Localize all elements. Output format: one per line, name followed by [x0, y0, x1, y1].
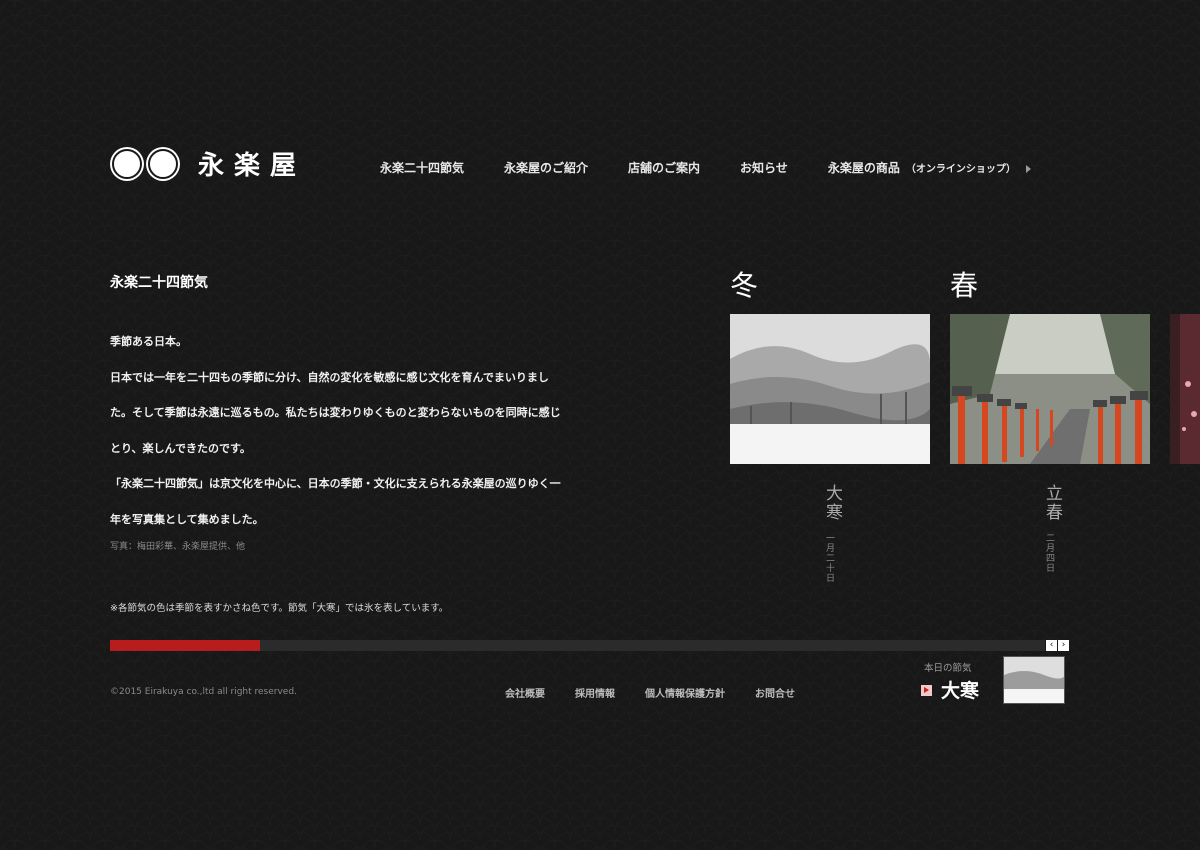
nav-item-about[interactable]: 永楽屋のご紹介 [504, 159, 588, 176]
emblem-crest-icon [146, 146, 180, 181]
photo-credit: 写真：梅田彩華、永楽屋提供、他 [110, 542, 246, 552]
next-arrow-icon[interactable]: › [1058, 640, 1069, 651]
snowy-mountain-photo [730, 314, 930, 464]
plum-blossom-photo [1170, 314, 1200, 464]
today-sekki-thumbnail[interactable] [1003, 656, 1065, 704]
footer-link-contact[interactable]: お問合せ [755, 685, 795, 700]
footer-link-company[interactable]: 会社概要 [505, 685, 545, 700]
nav-item-news[interactable]: お知らせ [740, 159, 788, 176]
copyright: ©2015 Eirakuya co.,ltd all right reserve… [110, 687, 297, 697]
logo-text: 永楽屋 [198, 151, 307, 181]
intro-section: 永楽二十四節気 季節ある日本。 日本では一年を二十四もの季節に分け、自然の変化を… [110, 272, 610, 552]
sekki-date-risshun: 二月四日 [1044, 533, 1054, 573]
season-label-spring: 春 [950, 269, 979, 302]
nav-item-stores[interactable]: 店舗のご案内 [628, 159, 700, 176]
arrow-right-icon[interactable] [921, 685, 932, 696]
sekki-card-next[interactable] [1170, 314, 1200, 464]
season-label-winter: 冬 [730, 269, 759, 302]
intro-paragraph: た。そして季節は永遠に巡るもの。私たちは変わりゆくものと変わらないものを同時に感… [110, 406, 561, 419]
footer-link-privacy[interactable]: 個人情報保護方針 [645, 685, 725, 700]
intro-paragraph: 季節ある日本。 [110, 335, 187, 348]
color-note: ※各節気の色は季節を表すかさね色です。節気「大寒」では氷を表しています。 [110, 603, 449, 614]
intro-paragraph: 年を写真集として集めました。 [110, 512, 264, 526]
nav-item-products-label: 永楽屋の商品 [827, 161, 900, 175]
footer-links: 会社概要 採用情報 個人情報保護方針 お問合せ [505, 685, 825, 700]
nav-item-products-sub: （オンラインショップ） [905, 164, 1016, 175]
prev-arrow-icon[interactable]: ‹ [1046, 640, 1057, 651]
page-title: 永楽二十四節気 [110, 275, 208, 291]
intro-paragraph: 「永楽二十四節気」は京文化を中心に、日本の季節・文化に支えられる永楽屋の巡りゆく… [110, 477, 561, 490]
sekki-date-daikan: 一月二十日 [824, 533, 834, 583]
scrollbar-thumb[interactable] [110, 640, 260, 651]
gallery-pager: ‹ › [1046, 640, 1069, 651]
logo[interactable]: 永楽屋 [110, 145, 306, 182]
shrine-lantern-photo [950, 314, 1150, 464]
sekki-name-risshun: 立春 [1042, 484, 1062, 522]
sekki-name-daikan: 大寒 [822, 484, 842, 522]
sekki-card-risshun[interactable] [950, 314, 1150, 464]
nav-item-sekki[interactable]: 永楽二十四節気 [380, 159, 464, 176]
today-sekki-label: 本日の節気 [924, 663, 972, 674]
triangle-right-icon [1025, 164, 1031, 173]
sekki-card-daikan[interactable] [730, 314, 930, 464]
main-nav: 永楽二十四節気 永楽屋のご紹介 店舗のご案内 お知らせ 永楽屋の商品 （オンライン… [380, 159, 1071, 176]
today-sekki-name[interactable]: 大寒 [941, 676, 979, 703]
intro-paragraph: 日本では一年を二十四もの季節に分け、自然の変化を敏感に感じ文化を育んでまいりまし [110, 370, 549, 384]
intro-body: 季節ある日本。 日本では一年を二十四もの季節に分け、自然の変化を敏感に感じ文化を… [110, 324, 610, 537]
snowy-landscape-thumbnail [1004, 657, 1064, 703]
nav-item-products[interactable]: 永楽屋の商品 （オンラインショップ） [828, 159, 1031, 176]
footer-link-recruit[interactable]: 採用情報 [575, 685, 615, 700]
intro-paragraph: とり、楽しんできたのです。 [110, 441, 251, 455]
wave-crest-icon [110, 146, 144, 181]
logo-emblem [110, 146, 180, 181]
gallery-scrollbar[interactable] [110, 640, 1045, 651]
